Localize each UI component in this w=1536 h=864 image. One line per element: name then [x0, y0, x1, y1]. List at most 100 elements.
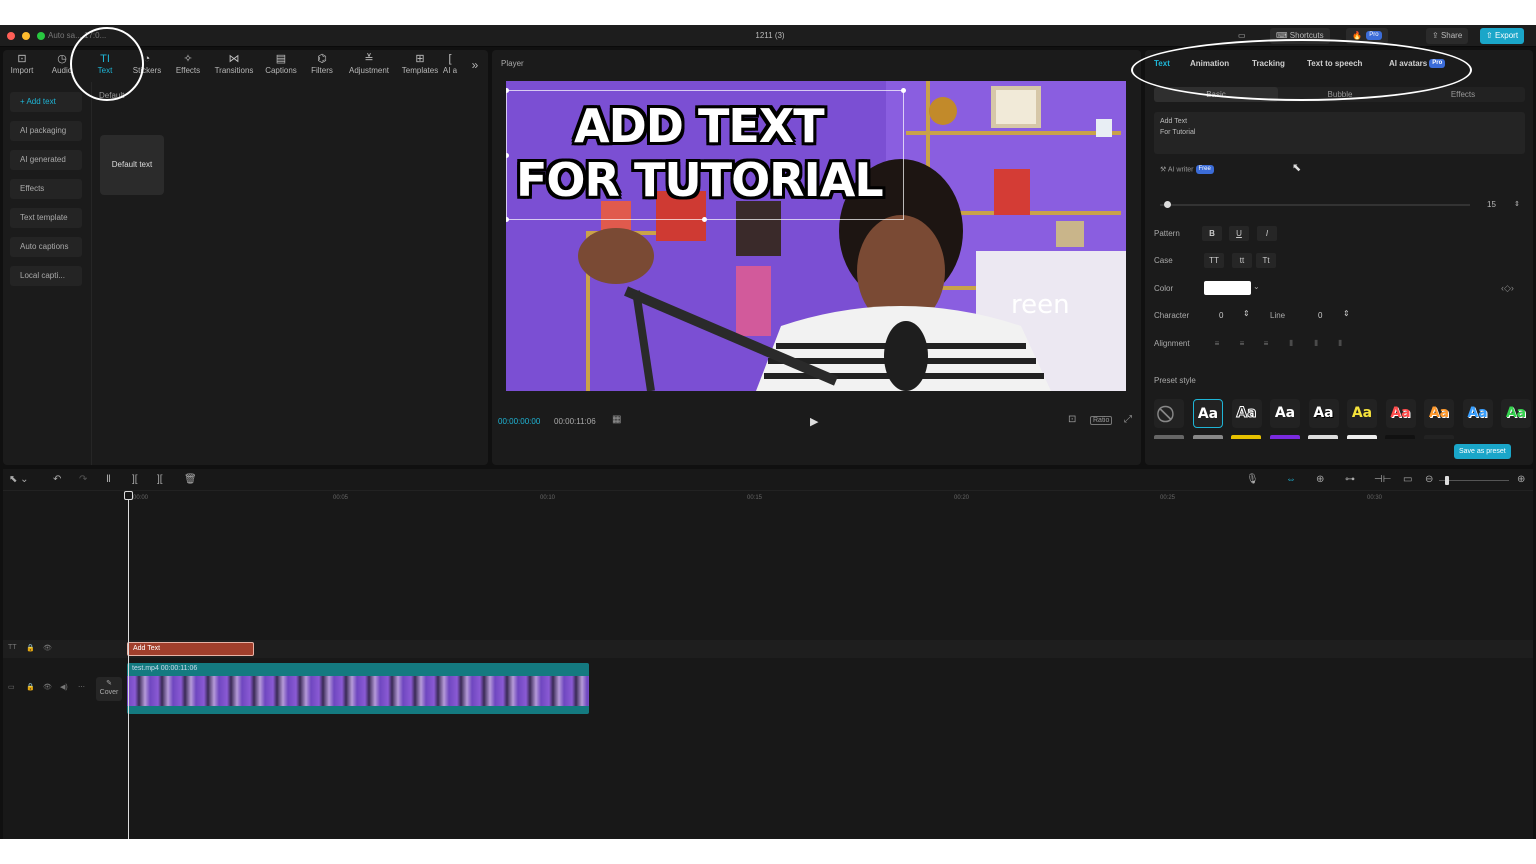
- default-text-card[interactable]: Default text: [100, 135, 164, 195]
- bold-button[interactable]: B: [1202, 226, 1222, 241]
- split-right-icon[interactable]: ][: [157, 474, 163, 485]
- keyframe-icon[interactable]: ‹◇›: [1501, 283, 1514, 294]
- preset-style-item[interactable]: Aa: [1385, 399, 1416, 428]
- preset-style-item[interactable]: [1231, 435, 1261, 439]
- uppercase-button[interactable]: TT: [1204, 253, 1224, 268]
- preset-style-item[interactable]: [1308, 435, 1338, 439]
- more-tools-button[interactable]: »: [465, 58, 485, 72]
- export-button[interactable]: ⇧ Export: [1480, 28, 1525, 44]
- font-size-slider[interactable]: [1160, 201, 1470, 208]
- fullscreen-icon[interactable]: ⤢: [1124, 414, 1132, 425]
- category-ai-packaging[interactable]: AI packaging: [10, 121, 82, 141]
- preset-style-item[interactable]: Aa: [1308, 399, 1339, 428]
- undo-icon[interactable]: ↶: [53, 474, 61, 485]
- main-track-magnet-icon[interactable]: ⇔: [1286, 474, 1296, 485]
- tab-tracking[interactable]: Tracking: [1252, 59, 1285, 68]
- preset-style-item[interactable]: [1192, 435, 1223, 439]
- align-top-icon[interactable]: ⫴: [1281, 336, 1301, 351]
- subtab-effects[interactable]: Effects: [1401, 87, 1525, 102]
- zoom-slider-knob[interactable]: [1445, 476, 1449, 485]
- category-text-template[interactable]: Text template: [10, 208, 82, 228]
- ai-writer-button[interactable]: ⚒ AI writer Free: [1160, 165, 1214, 174]
- split-icon[interactable]: Ⅱ: [106, 474, 111, 485]
- preset-style-item[interactable]: Aa: [1193, 399, 1223, 428]
- layout-icon[interactable]: ▭: [1232, 28, 1252, 44]
- redo-icon[interactable]: ↷: [79, 474, 87, 485]
- zoom-slider[interactable]: [1439, 476, 1509, 485]
- lock-icon[interactable]: 🔒: [26, 683, 35, 691]
- italic-button[interactable]: I: [1257, 226, 1277, 241]
- tool-effects[interactable]: ✧ Effects: [163, 52, 213, 75]
- character-spacing-value[interactable]: 0: [1219, 311, 1223, 320]
- preset-style-item[interactable]: [1423, 435, 1454, 439]
- text-selection-box[interactable]: [506, 88, 906, 222]
- preset-style-item[interactable]: [1269, 435, 1300, 439]
- lock-icon[interactable]: 🔒: [26, 644, 35, 652]
- preview-axis-icon[interactable]: ⊣⊢: [1374, 474, 1391, 485]
- category-effects[interactable]: Effects: [10, 179, 82, 199]
- tab-text[interactable]: Text: [1154, 59, 1170, 68]
- video-preview[interactable]: reen ADD TEXT FOR TUTORIAL: [506, 81, 1126, 391]
- playhead[interactable]: [128, 491, 129, 839]
- category-local-captions[interactable]: Local capti...: [10, 266, 82, 286]
- category-ai-generated[interactable]: AI generated: [10, 150, 82, 170]
- microphone-icon[interactable]: 🎙: [1246, 474, 1259, 485]
- font-size-stepper-icon[interactable]: ⇕: [1514, 200, 1520, 208]
- align-right-icon[interactable]: ≡: [1256, 336, 1276, 351]
- auto-snap-icon[interactable]: ⊕: [1316, 474, 1324, 485]
- preset-style-item[interactable]: Aa: [1501, 399, 1531, 428]
- subtab-basic[interactable]: Basic: [1154, 87, 1278, 102]
- preset-style-item[interactable]: Aa: [1462, 399, 1493, 428]
- align-bottom-icon[interactable]: ⫴: [1330, 336, 1350, 351]
- resize-handle[interactable]: [506, 153, 509, 158]
- rotate-handle[interactable]: [702, 217, 707, 222]
- eye-icon[interactable]: 👁: [43, 644, 52, 652]
- text-content-field[interactable]: Add Text For Tutorial: [1154, 112, 1525, 154]
- share-button[interactable]: ⇪ Share: [1426, 28, 1469, 44]
- chevron-down-icon[interactable]: ⌄: [1253, 282, 1260, 291]
- fit-view-icon[interactable]: ⊡: [1068, 414, 1076, 425]
- preset-style-item[interactable]: Aa: [1347, 399, 1377, 428]
- text-clip[interactable]: Add Text: [127, 642, 254, 656]
- video-clip[interactable]: test.mp4 00:00:11:06: [127, 663, 589, 714]
- category-add-text[interactable]: + Add text: [10, 92, 82, 112]
- resize-handle[interactable]: [901, 88, 906, 93]
- preset-style-item[interactable]: Aa: [1270, 399, 1300, 428]
- line-spacing-value[interactable]: 0: [1318, 311, 1322, 320]
- preset-style-item[interactable]: [1385, 435, 1415, 439]
- eye-icon[interactable]: 👁: [43, 683, 52, 691]
- slider-knob[interactable]: [1164, 201, 1171, 208]
- underline-button[interactable]: U: [1229, 226, 1249, 241]
- lowercase-button[interactable]: tt: [1232, 253, 1252, 268]
- preset-style-item[interactable]: [1154, 435, 1184, 439]
- preset-style-item[interactable]: Aa: [1231, 399, 1262, 428]
- close-window-icon[interactable]: [7, 32, 15, 40]
- zoom-in-icon[interactable]: ⊕: [1517, 474, 1525, 485]
- captions-track-icon[interactable]: ▭: [1403, 474, 1412, 485]
- character-stepper-icon[interactable]: ⇕: [1243, 309, 1250, 318]
- zoom-window-icon[interactable]: [37, 32, 45, 40]
- align-center-icon[interactable]: ≡: [1232, 336, 1252, 351]
- tool-transitions[interactable]: ⋈ Transitions: [209, 52, 259, 75]
- playhead-handle[interactable]: [124, 491, 133, 500]
- split-left-icon[interactable]: ][: [132, 474, 138, 485]
- more-icon[interactable]: ⋯: [78, 683, 85, 691]
- tool-adjustment[interactable]: ≚ Adjustment: [344, 52, 394, 75]
- tab-ai-avatars[interactable]: AI avatars Pro: [1389, 59, 1446, 69]
- preset-none-icon[interactable]: ⃠: [1154, 399, 1184, 428]
- cover-button[interactable]: ✎ Cover: [96, 677, 122, 701]
- preset-style-item[interactable]: [1346, 435, 1377, 439]
- tab-animation[interactable]: Animation: [1190, 59, 1229, 68]
- select-tool-icon[interactable]: ⬉ ⌄: [9, 474, 29, 485]
- delete-icon[interactable]: 🗑: [184, 474, 197, 485]
- line-stepper-icon[interactable]: ⇕: [1343, 309, 1350, 318]
- link-icon[interactable]: ⊶: [1345, 474, 1355, 485]
- shortcuts-button[interactable]: ⌨ Shortcuts: [1270, 28, 1330, 44]
- preset-style-item[interactable]: Aa: [1424, 399, 1454, 428]
- font-size-value[interactable]: 15: [1487, 200, 1496, 209]
- zoom-out-icon[interactable]: ⊖: [1425, 474, 1433, 485]
- tab-text-to-speech[interactable]: Text to speech: [1307, 59, 1362, 68]
- align-left-icon[interactable]: ≡: [1207, 336, 1227, 351]
- join-pro-button[interactable]: 🔥 Pro: [1346, 28, 1388, 44]
- text-color-swatch[interactable]: [1204, 281, 1251, 295]
